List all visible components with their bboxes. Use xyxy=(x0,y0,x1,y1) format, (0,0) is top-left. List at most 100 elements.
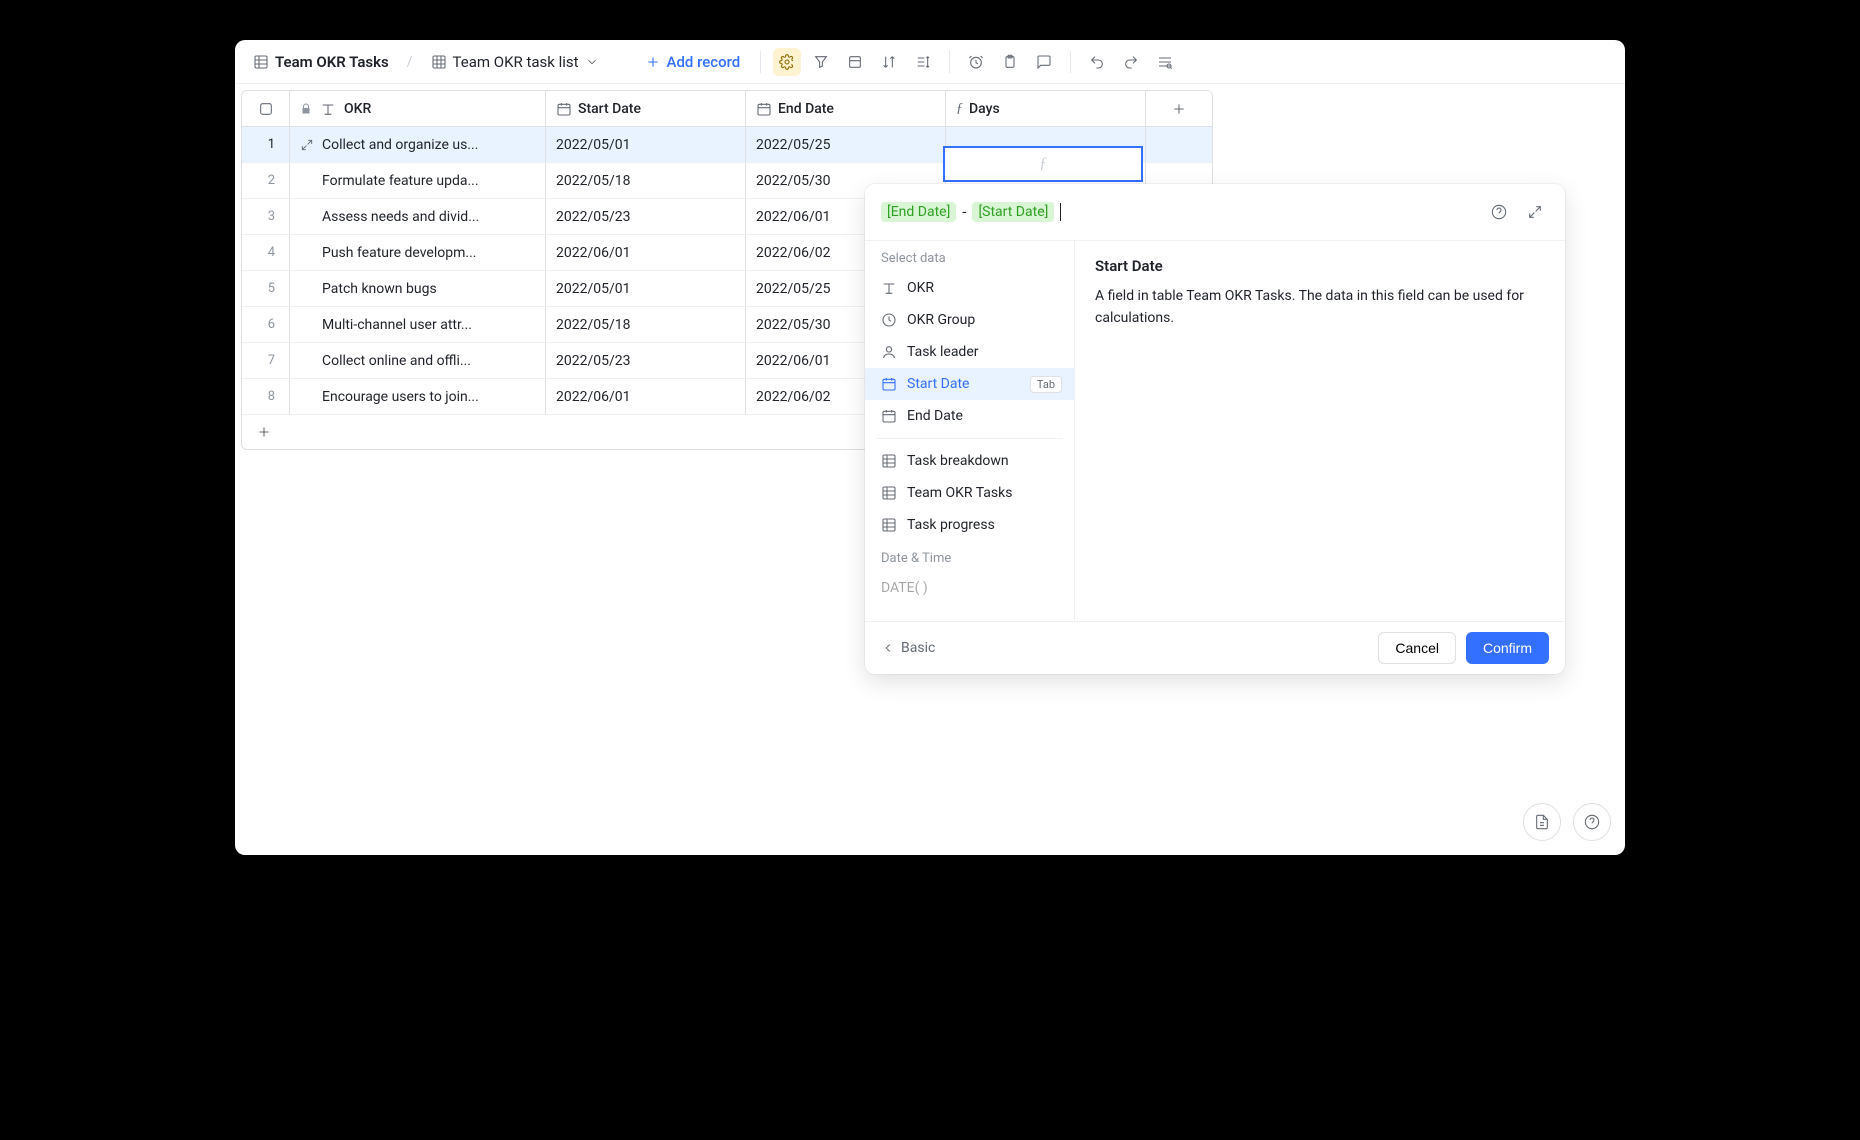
cell-start-date[interactable]: 2022/05/01 xyxy=(546,271,746,306)
cell-okr[interactable]: Patch known bugs xyxy=(290,271,546,306)
option-label: Task leader xyxy=(907,344,979,360)
column-header-days[interactable]: ƒ Days xyxy=(946,91,1146,126)
plus-icon xyxy=(256,424,272,440)
person-icon xyxy=(881,344,897,360)
formula-editor-popup: [End Date] - [Start Date] Select data OK… xyxy=(865,184,1565,674)
text-field-icon xyxy=(320,101,336,117)
cell-okr[interactable]: Collect online and offli... xyxy=(290,343,546,378)
add-column-button[interactable] xyxy=(1146,91,1212,126)
row-height-icon xyxy=(915,54,931,70)
formula-input-bar[interactable]: [End Date] - [Start Date] xyxy=(865,184,1565,241)
formula-chip-end-date[interactable]: [End Date] xyxy=(881,202,956,222)
detail-body: A field in table Team OKR Tasks. The dat… xyxy=(1095,285,1545,330)
formula-expand-button[interactable] xyxy=(1521,198,1549,226)
column-header-start-date[interactable]: Start Date xyxy=(546,91,746,126)
text-caret xyxy=(1060,203,1061,221)
basic-mode-link[interactable]: Basic xyxy=(881,640,935,656)
table-icon xyxy=(881,453,897,469)
cell-start-date[interactable]: 2022/05/23 xyxy=(546,343,746,378)
group-icon xyxy=(847,54,863,70)
okr-text: Push feature developm... xyxy=(322,245,535,261)
formula-option[interactable]: Team OKR Tasks xyxy=(865,477,1074,509)
formula-operator-minus: - xyxy=(962,203,966,221)
cell-okr[interactable]: Push feature developm... xyxy=(290,235,546,270)
detail-title: Start Date xyxy=(1095,257,1545,275)
column-okr-label: OKR xyxy=(344,101,371,117)
help-button[interactable] xyxy=(1573,803,1611,841)
formula-option[interactable]: Start DateTab xyxy=(865,368,1074,400)
checkbox-icon xyxy=(258,101,274,117)
date-icon xyxy=(881,376,897,392)
clipboard-button[interactable] xyxy=(996,48,1024,76)
formula-option[interactable]: End Date xyxy=(865,400,1074,432)
alarm-icon xyxy=(968,54,984,70)
cell-okr[interactable]: Assess needs and divid... xyxy=(290,199,546,234)
row-number: 5 xyxy=(242,271,290,306)
cell-okr[interactable]: Encourage users to join... xyxy=(290,379,546,414)
cell-empty xyxy=(1146,127,1212,162)
table-breadcrumb[interactable]: Team OKR Tasks xyxy=(245,47,397,77)
cell-start-date[interactable]: 2022/06/01 xyxy=(546,235,746,270)
okr-text: Multi-channel user attr... xyxy=(322,317,535,333)
cell-start-date[interactable]: 2022/05/18 xyxy=(546,163,746,198)
row-number: 8 xyxy=(242,379,290,414)
formula-option[interactable]: Task breakdown xyxy=(865,445,1074,477)
formula-option[interactable]: Task leader xyxy=(865,336,1074,368)
comment-icon xyxy=(1036,54,1052,70)
lock-icon xyxy=(300,103,312,115)
docs-button[interactable] xyxy=(1523,803,1561,841)
table-icon xyxy=(881,517,897,533)
expand-record-icon[interactable] xyxy=(300,138,314,152)
cell-okr[interactable]: Formulate feature upda... xyxy=(290,163,546,198)
cell-start-date[interactable]: 2022/05/23 xyxy=(546,199,746,234)
formula-footer: Basic Cancel Confirm xyxy=(865,621,1565,674)
filter-button[interactable] xyxy=(807,48,835,76)
formula-chip-start-date[interactable]: [Start Date] xyxy=(972,202,1054,222)
add-record-button[interactable]: Add record xyxy=(637,47,749,77)
column-header-end-date[interactable]: End Date xyxy=(746,91,946,126)
active-formula-cell[interactable]: ƒ xyxy=(943,146,1143,182)
search-button[interactable] xyxy=(1151,48,1179,76)
group-button[interactable] xyxy=(841,48,869,76)
cell-start-date[interactable]: 2022/06/01 xyxy=(546,379,746,414)
field-settings-button[interactable] xyxy=(773,48,801,76)
undo-button[interactable] xyxy=(1083,48,1111,76)
option-label: DATE( ) xyxy=(881,580,928,596)
cell-okr[interactable]: Multi-channel user attr... xyxy=(290,307,546,342)
add-record-label: Add record xyxy=(667,53,741,71)
formula-option[interactable]: OKR xyxy=(865,272,1074,304)
search-icon xyxy=(1157,54,1173,70)
cell-end-date[interactable]: 2022/05/25 xyxy=(746,127,946,162)
chevron-down-icon xyxy=(585,55,599,69)
toolbar-separator xyxy=(1070,51,1071,73)
clipboard-icon xyxy=(1002,54,1018,70)
grid-view-icon xyxy=(431,54,447,70)
cell-start-date[interactable]: 2022/05/18 xyxy=(546,307,746,342)
table-icon xyxy=(881,485,897,501)
formula-options-list[interactable]: Select data OKROKR GroupTask leaderStart… xyxy=(865,241,1075,621)
sort-button[interactable] xyxy=(875,48,903,76)
cell-start-date[interactable]: 2022/05/01 xyxy=(546,127,746,162)
formula-help-button[interactable] xyxy=(1485,198,1513,226)
view-selector[interactable]: Team OKR task list xyxy=(423,47,607,77)
option-label: Start Date xyxy=(907,376,969,392)
reminder-button[interactable] xyxy=(962,48,990,76)
column-header-okr[interactable]: OKR xyxy=(290,91,546,126)
formula-option-date-fn[interactable]: DATE( ) xyxy=(865,572,1074,604)
select-all-checkbox[interactable] xyxy=(242,91,290,126)
cell-okr[interactable]: Collect and organize us... xyxy=(290,127,546,162)
redo-button[interactable] xyxy=(1117,48,1145,76)
row-height-button[interactable] xyxy=(909,48,937,76)
column-end-date-label: End Date xyxy=(778,101,834,117)
plus-icon xyxy=(645,54,661,70)
plus-icon xyxy=(1171,101,1187,117)
row-number: 4 xyxy=(242,235,290,270)
cancel-button[interactable]: Cancel xyxy=(1378,632,1456,664)
okr-text: Encourage users to join... xyxy=(322,389,535,405)
row-number: 1 xyxy=(242,127,290,162)
comment-button[interactable] xyxy=(1030,48,1058,76)
confirm-button[interactable]: Confirm xyxy=(1466,632,1549,664)
text-icon xyxy=(881,280,897,296)
formula-option[interactable]: Task progress xyxy=(865,509,1074,541)
formula-option[interactable]: OKR Group xyxy=(865,304,1074,336)
